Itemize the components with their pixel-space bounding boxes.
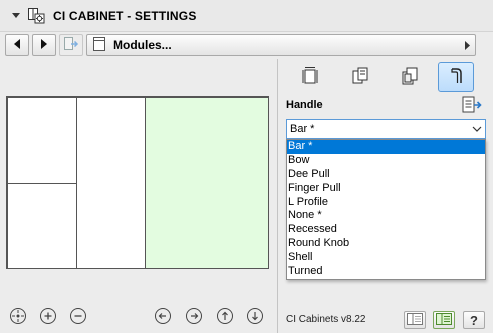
arrow-right-icon xyxy=(40,38,48,52)
module-selector[interactable]: Modules... xyxy=(86,34,476,56)
layout-list-button[interactable] xyxy=(404,311,426,329)
handle-dropdown-list: Bar * Bow Dee Pull Finger Pull L Profile… xyxy=(286,139,486,280)
chevron-down-icon[interactable] xyxy=(468,120,485,138)
dropdown-option[interactable]: Bow xyxy=(287,154,485,168)
document-icon xyxy=(93,36,105,54)
dropdown-option[interactable]: Turned xyxy=(287,265,485,279)
panel-divider xyxy=(277,59,278,333)
dimensions-icon xyxy=(301,66,319,89)
rotate-right-button[interactable] xyxy=(184,306,204,326)
module-export-button[interactable] xyxy=(59,34,83,56)
layout-preview-button[interactable] xyxy=(433,311,455,329)
tab-door-panels[interactable] xyxy=(342,62,378,92)
view-up-button[interactable] xyxy=(215,306,235,326)
handle-type-select[interactable]: Bar * xyxy=(286,119,486,139)
handle-type-value: Bar * xyxy=(290,123,315,135)
arrow-left-icon xyxy=(13,38,21,52)
arrow-right-icon xyxy=(465,41,471,53)
tab-dimensions[interactable] xyxy=(292,62,328,92)
cabinet-panel[interactable] xyxy=(7,183,77,269)
version-label: CI Cabinets v8.22 xyxy=(286,314,366,325)
navigation-bar: Modules... xyxy=(3,32,491,58)
cabinet-panel[interactable] xyxy=(76,97,146,269)
zoom-fit-button[interactable] xyxy=(8,306,28,326)
tab-layers[interactable] xyxy=(392,62,428,92)
module-export-icon xyxy=(63,36,79,55)
handle-icon xyxy=(447,66,465,89)
dropdown-option[interactable]: Recessed xyxy=(287,223,485,237)
module-label: Modules... xyxy=(113,38,172,52)
tab-handle[interactable] xyxy=(438,62,474,92)
window-title: CI CABINET - SETTINGS xyxy=(53,8,197,23)
help-icon: ? xyxy=(470,312,478,328)
layers-icon xyxy=(401,66,419,89)
zoom-in-button[interactable] xyxy=(38,306,58,326)
dropdown-option-selected[interactable]: Bar * xyxy=(287,140,485,154)
collapse-triangle-icon[interactable] xyxy=(11,11,21,21)
dropdown-option[interactable]: L Profile xyxy=(287,196,485,210)
title-bar: CI CABINET - SETTINGS xyxy=(0,0,493,32)
help-button[interactable]: ? xyxy=(463,311,485,329)
handle-section-label: Handle xyxy=(286,99,323,111)
dropdown-option[interactable]: Dee Pull xyxy=(287,168,485,182)
settings-export-icon xyxy=(461,96,483,118)
previous-button[interactable] xyxy=(5,34,29,56)
cabinet-panel[interactable] xyxy=(7,97,77,184)
view-down-button[interactable] xyxy=(245,306,265,326)
rotate-left-button[interactable] xyxy=(153,306,173,326)
preview-layout-icon xyxy=(436,312,452,328)
list-layout-icon xyxy=(407,312,423,328)
cabinet-settings-icon xyxy=(27,7,45,25)
dropdown-option[interactable]: Shell xyxy=(287,251,485,265)
cabinet-panel-selected[interactable] xyxy=(145,97,269,269)
cabinet-preview xyxy=(6,96,269,269)
door-panels-icon xyxy=(351,66,369,89)
dropdown-option[interactable]: Finger Pull xyxy=(287,182,485,196)
handle-options-button[interactable] xyxy=(461,95,483,115)
next-button[interactable] xyxy=(32,34,56,56)
dropdown-option[interactable]: None * xyxy=(287,209,485,223)
dropdown-option[interactable]: Round Knob xyxy=(287,237,485,251)
zoom-out-button[interactable] xyxy=(68,306,88,326)
